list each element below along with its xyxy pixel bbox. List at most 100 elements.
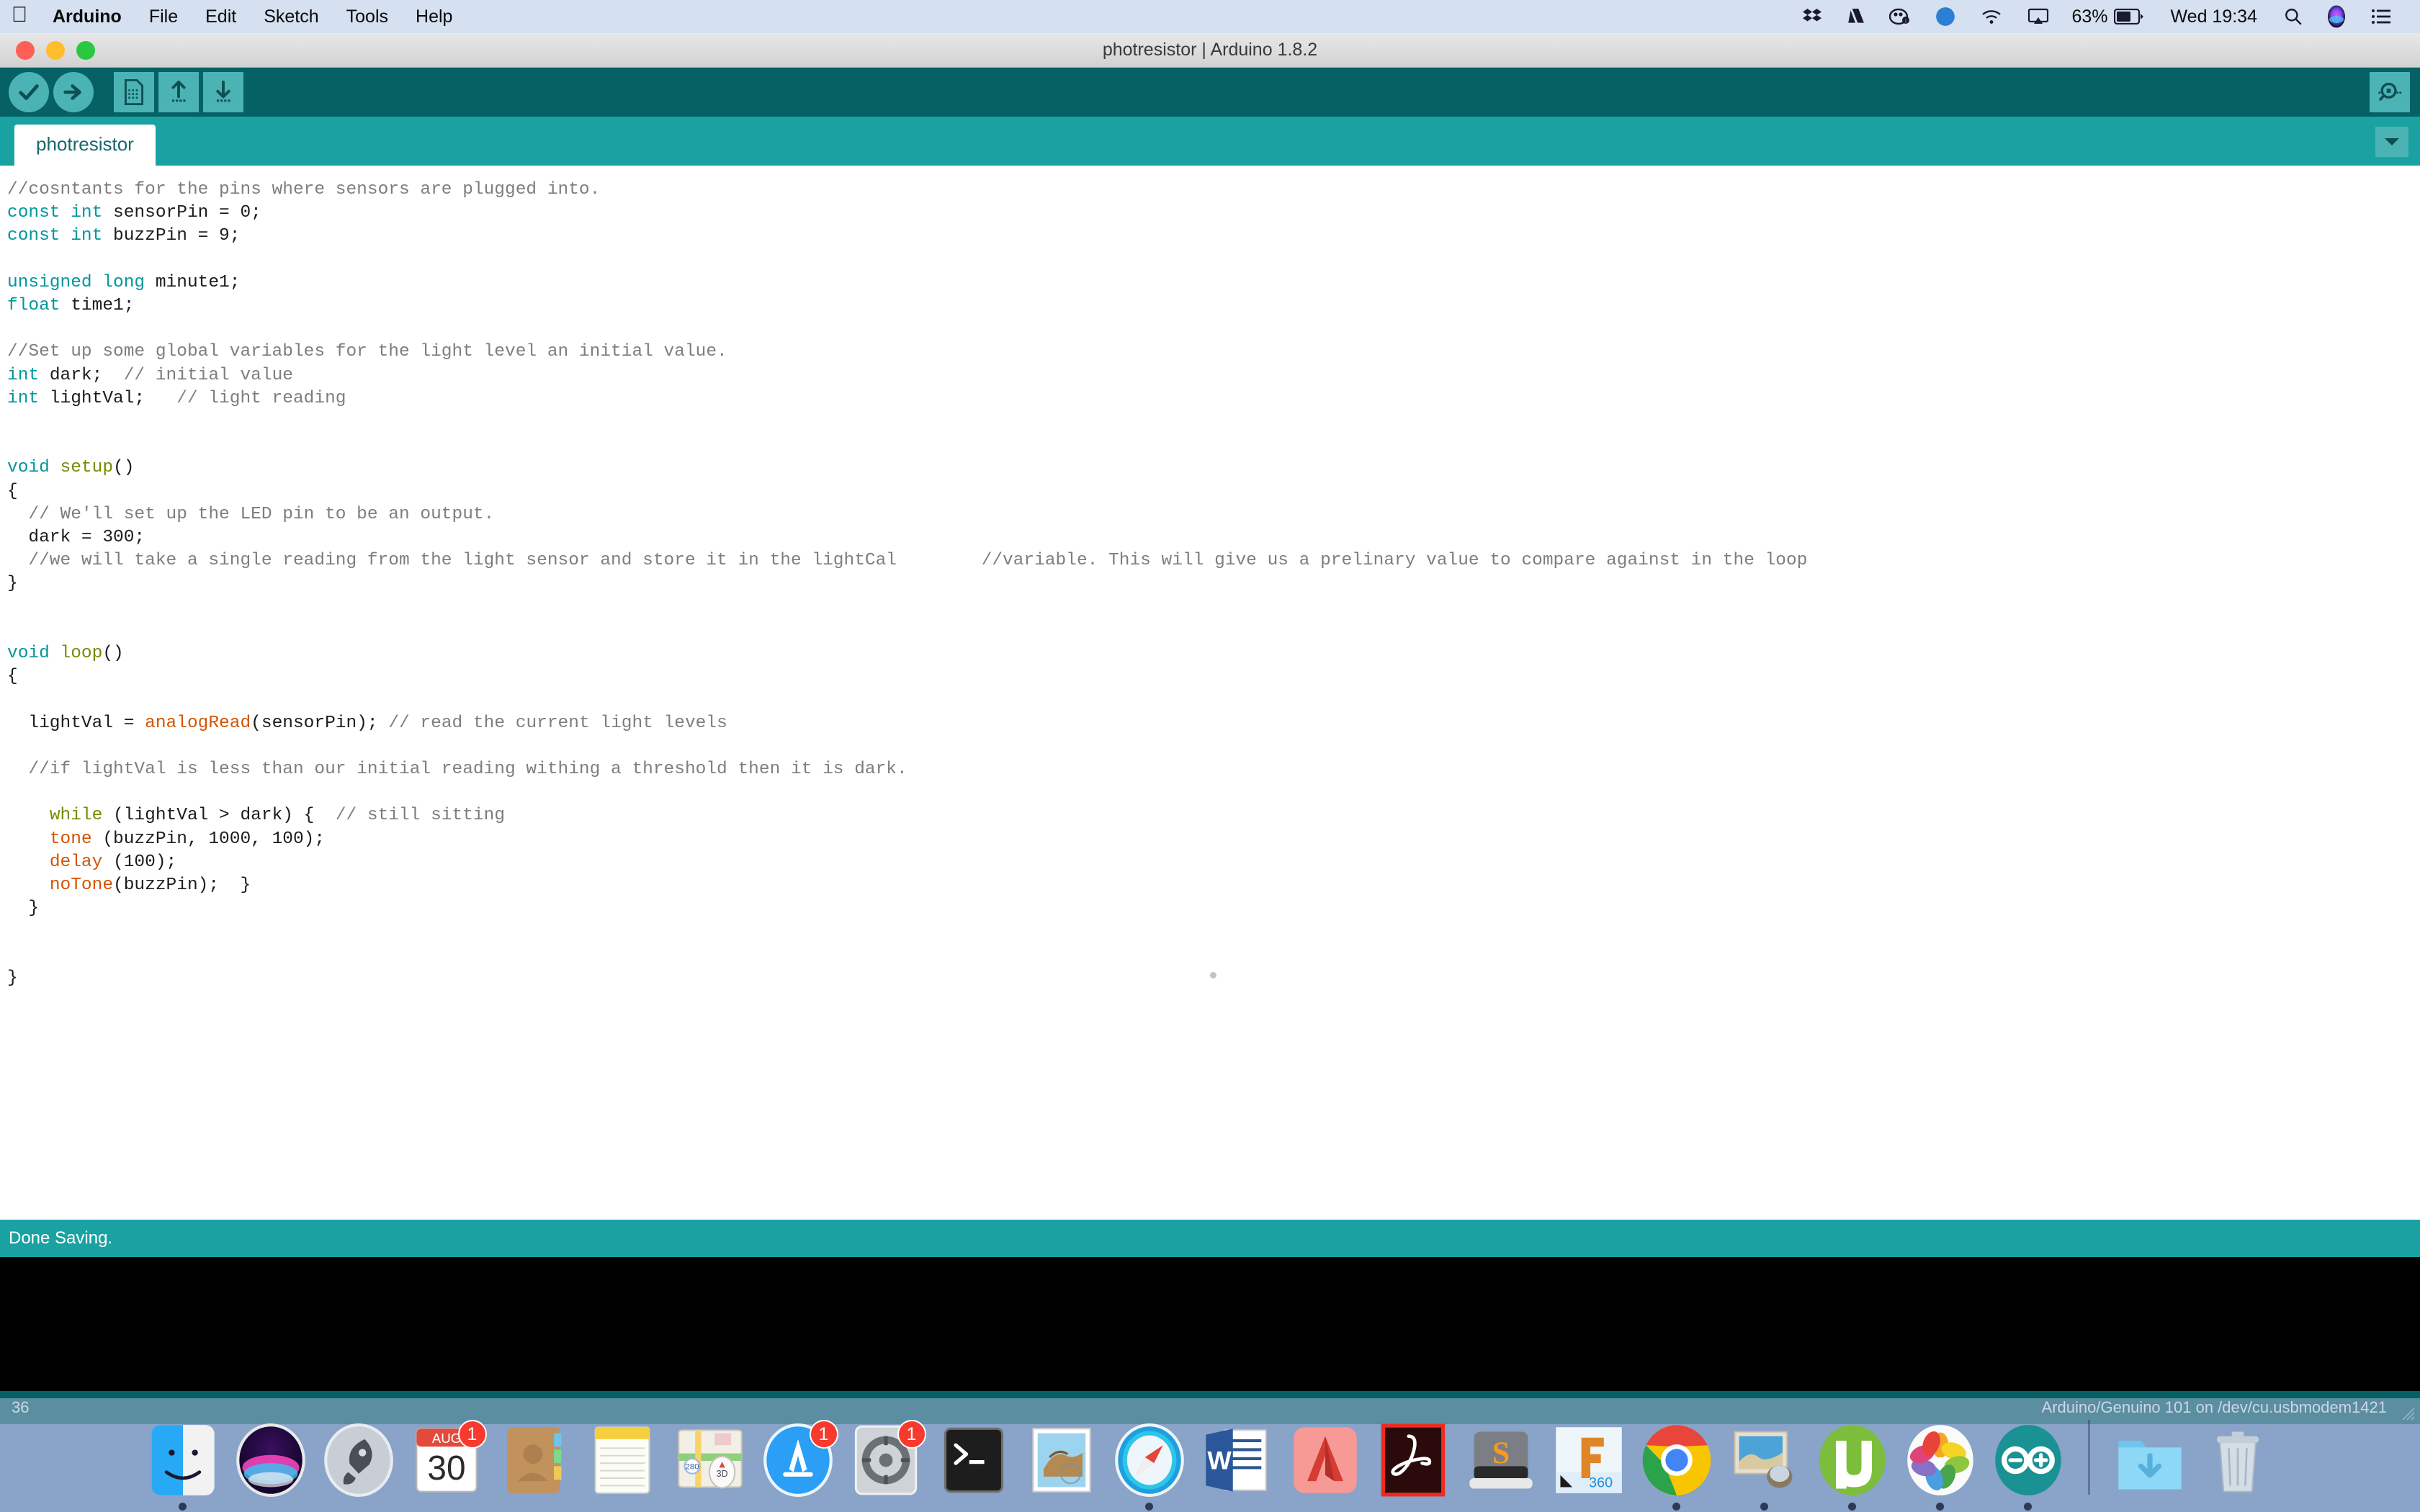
dock-item-acrobat[interactable]	[1369, 1401, 1457, 1511]
terminal-icon	[936, 1423, 1011, 1498]
save-sketch-button[interactable]	[203, 72, 243, 112]
dock-item-app-store[interactable]: 1	[754, 1401, 842, 1511]
apple-menu-icon[interactable]: 	[0, 4, 39, 29]
menu-sketch[interactable]: Sketch	[250, 0, 332, 33]
search-icon[interactable]	[2272, 0, 2315, 33]
svg-text:3D: 3D	[716, 1469, 727, 1479]
battery-percent: 63%	[2071, 6, 2108, 27]
dock-item-safari[interactable]	[1106, 1401, 1193, 1511]
dock-item-launchpad[interactable]	[315, 1401, 403, 1511]
code-line: //Set up some global variables for the l…	[7, 342, 727, 362]
dock-item-siri[interactable]	[227, 1401, 315, 1511]
code-line: //we will take a single reading from the…	[28, 551, 1808, 571]
siri-icon[interactable]	[2315, 0, 2358, 33]
menu-help[interactable]: Help	[402, 0, 466, 33]
dock-item-system-preferences[interactable]: 1	[842, 1401, 930, 1511]
camera-icon[interactable]: !	[1877, 0, 1923, 33]
sketch-tab-bar: photresistor	[0, 117, 2420, 166]
sync-icon[interactable]	[1923, 0, 1968, 33]
system-preferences-badge: 1	[897, 1420, 926, 1449]
macos-menu-bar:  Arduino File Edit Sketch Tools Help !	[0, 0, 2420, 33]
dock-item-contacts[interactable]	[490, 1401, 578, 1511]
code-line: {	[7, 481, 18, 501]
dock-item-sublime-text[interactable]: S	[1457, 1401, 1545, 1511]
running-indicator	[1672, 1503, 1680, 1511]
dock-divider	[2087, 1420, 2090, 1495]
svg-text:280: 280	[685, 1462, 699, 1471]
dock-item-autocad[interactable]	[1281, 1401, 1369, 1511]
editor-divider-handle[interactable]	[1210, 972, 1216, 978]
battery-icon[interactable]	[2112, 0, 2156, 33]
control-center-icon[interactable]	[2358, 0, 2404, 33]
dock-item-trash[interactable]	[2194, 1401, 2282, 1511]
dock-item-word[interactable]: W	[1193, 1401, 1281, 1511]
preview-icon	[1727, 1423, 1802, 1498]
open-sketch-button[interactable]	[158, 72, 199, 112]
verify-button[interactable]	[9, 72, 49, 112]
menu-file[interactable]: File	[135, 0, 192, 33]
dock-item-maps[interactable]: 280 3D	[666, 1401, 754, 1511]
code-line: //cosntants for the pins where sensors a…	[7, 180, 601, 199]
contacts-icon	[497, 1423, 572, 1498]
running-indicator	[2024, 1503, 2032, 1511]
code-line: while (lightVal > dark) { // still sitti…	[49, 806, 506, 826]
siri-icon	[233, 1423, 308, 1498]
menu-arduino[interactable]: Arduino	[39, 0, 135, 33]
code-line: // We'll set up the LED pin to be an out…	[28, 504, 495, 524]
calendar-icon: AUG 30 1	[409, 1420, 487, 1498]
dock-item-finder[interactable]	[139, 1401, 227, 1511]
svg-text:W: W	[1207, 1446, 1232, 1475]
dock-item-mail[interactable]	[1018, 1401, 1106, 1511]
calendar-day: 30	[427, 1449, 465, 1488]
code-editor[interactable]: //cosntants for the pins where sensors a…	[0, 166, 2420, 1220]
wifi-icon[interactable]	[1968, 0, 2015, 33]
upload-button[interactable]	[53, 72, 94, 112]
dock-item-fusion-360[interactable]: 360	[1545, 1401, 1633, 1511]
console-output-panel[interactable]	[0, 1257, 2420, 1391]
sketch-tab-photresistor[interactable]: photresistor	[14, 125, 156, 166]
new-sketch-button[interactable]	[114, 72, 154, 112]
dock-item-calendar[interactable]: AUG 30 1	[403, 1401, 490, 1511]
dock-item-arduino[interactable]	[1984, 1401, 2072, 1511]
code-line: }	[7, 899, 40, 919]
drive-icon[interactable]	[1834, 0, 1877, 33]
running-indicator	[1760, 1503, 1768, 1511]
dock-item-chrome[interactable]	[1633, 1401, 1721, 1511]
word-icon: W	[1200, 1423, 1275, 1498]
menu-bar-clock[interactable]: Wed 19:34	[2156, 6, 2272, 27]
chevron-down-icon[interactable]	[2375, 127, 2408, 157]
dock-item-notes[interactable]	[578, 1401, 666, 1511]
dropbox-icon[interactable]	[1791, 0, 1834, 33]
running-indicator	[1936, 1503, 1944, 1511]
dock-item-utorrent[interactable]	[1809, 1401, 1896, 1511]
arduino-ide-window: photresistor | Arduino 1.8.2 photresisto…	[0, 33, 2420, 1424]
maps-icon: 280 3D	[673, 1423, 748, 1498]
dock-item-photos[interactable]	[1896, 1401, 1984, 1511]
notes-icon	[585, 1423, 660, 1498]
system-preferences-icon: 1	[848, 1420, 926, 1498]
utorrent-icon	[1815, 1423, 1890, 1498]
autocad-icon	[1288, 1423, 1363, 1498]
running-indicator	[1848, 1503, 1856, 1511]
dock-item-terminal[interactable]	[930, 1401, 1018, 1511]
serial-monitor-button[interactable]	[2370, 72, 2410, 112]
dock-item-downloads-folder[interactable]	[2106, 1401, 2194, 1511]
window-title: photresistor | Arduino 1.8.2	[1102, 40, 1318, 60]
window-title-bar: photresistor | Arduino 1.8.2	[0, 33, 2420, 68]
trash-icon	[2200, 1423, 2275, 1498]
dock-item-preview[interactable]	[1721, 1401, 1809, 1511]
code-line: }	[7, 574, 18, 594]
airplay-icon[interactable]	[2015, 0, 2061, 33]
menu-tools[interactable]: Tools	[333, 0, 402, 33]
ide-toolbar	[0, 68, 2420, 117]
menu-edit[interactable]: Edit	[192, 0, 250, 33]
